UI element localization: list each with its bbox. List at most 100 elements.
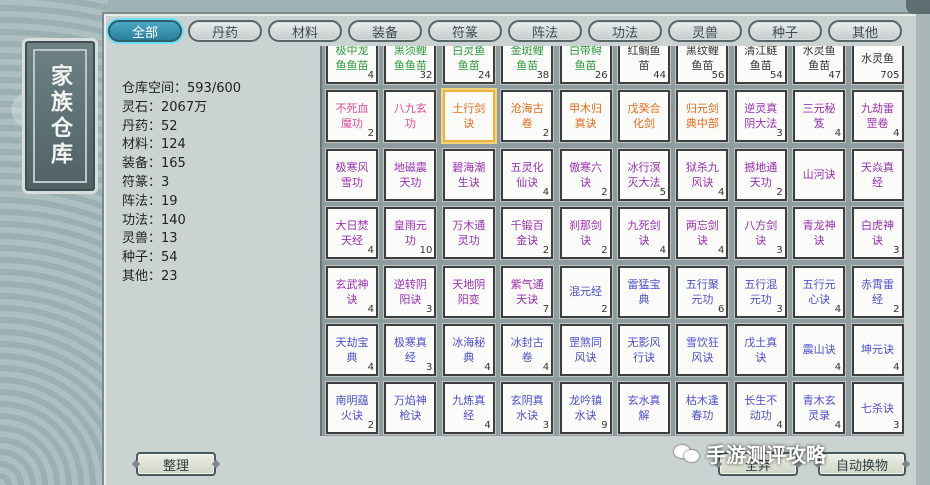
item-slot[interactable]: 玄水真解 [617,382,670,435]
item-slot[interactable]: 九劫雷罡卷 4 [851,90,904,143]
tab-2[interactable]: 材料 [268,20,342,42]
item-slot[interactable]: 傲寒六诀 2 [559,148,612,201]
item-slot[interactable]: 五行聚元功 6 [676,265,729,318]
item-name: 千锻百金诀 [510,219,544,248]
tab-9[interactable]: 其他 [828,20,902,42]
item-slot[interactable]: 不死血魔功 2 [326,90,378,143]
tab-1[interactable]: 丹药 [188,20,262,42]
tab-5[interactable]: 阵法 [508,20,582,42]
item-name: 白虎神诀 [861,219,895,248]
item-slot[interactable]: 水灵鱼鱼苗 47 [793,46,846,84]
item-slot[interactable]: 戊癸合化剑 [617,90,670,143]
item-slot[interactable]: 冰海秘典 4 [442,323,495,376]
item-slot[interactable]: 山河诀 [793,148,846,201]
item-slot[interactable]: 大日焚天经 4 [326,207,378,260]
item-slot[interactable]: 清江鲢鱼苗 54 [734,46,787,84]
item-slot[interactable]: 戊土真诀 [734,323,787,376]
item-slot[interactable]: 九死剑诀 4 [617,207,670,260]
item-slot[interactable]: 天焱真经 [851,148,904,201]
item-slot[interactable]: 枯木逢春功 [676,382,729,435]
item-slot[interactable]: 混元经 2 [559,265,612,318]
item-count: 4 [893,361,900,373]
item-slot[interactable]: 逆转阴阳诀 3 [384,265,437,318]
item-name: 七杀诀 [861,401,895,415]
item-slot[interactable]: 白灵鱼鱼苗 24 [442,46,495,84]
item-slot[interactable]: 沧海古卷 2 [501,90,554,143]
item-slot[interactable]: 撼地通天功 2 [734,148,787,201]
item-name: 甲木归真诀 [569,102,603,131]
item-slot[interactable]: 天劫宝典 4 [326,323,378,376]
item-slot[interactable]: 白带鲟鱼苗 26 [559,46,612,84]
item-slot[interactable]: 甲木归真诀 [559,90,612,143]
item-slot[interactable]: 雷猛宝典 [617,265,670,318]
item-slot[interactable]: 五行元心诀 4 [793,265,846,318]
tab-6[interactable]: 功法 [588,20,662,42]
item-slot[interactable]: 南明蕴火诀 2 [326,382,378,435]
item-slot[interactable]: 皇雨元功 10 [384,207,437,260]
item-slot[interactable]: 水灵鱼 705 [851,46,904,84]
auto-exchange-button[interactable]: 自动换物 [818,452,906,476]
item-slot[interactable]: 冰封古卷 4 [501,323,554,376]
item-slot[interactable]: 黑纹鲤鱼苗 56 [676,46,729,84]
auto-exchange-button-label: 自动换物 [835,458,888,474]
tab-8[interactable]: 种子 [748,20,822,42]
item-slot[interactable]: 狱杀九风诀 4 [676,148,729,201]
item-count: 4 [367,70,374,81]
sort-button[interactable]: 整理 [136,452,216,476]
item-slot[interactable]: 青龙神诀 [793,207,846,260]
item-slot[interactable]: 三元秘笈 4 [793,90,846,143]
item-slot[interactable]: 八九玄功 [384,90,437,143]
item-slot[interactable]: 万焰神枪诀 [384,382,437,435]
item-slot[interactable]: 玄武神诀 4 [326,265,378,318]
item-slot[interactable]: 无影风行诀 [617,323,670,376]
item-slot[interactable]: 赤霄雷经 2 [851,265,904,318]
item-slot[interactable]: 地磁震天功 [384,148,437,201]
item-slot[interactable]: 归元剑典中部 [676,90,729,143]
item-slot[interactable]: 长生不动功 4 [734,382,787,435]
item-slot[interactable]: 五灵化仙诀 4 [501,148,554,201]
item-slot[interactable]: 七杀诀 3 [851,382,904,435]
item-slot[interactable]: 坤元诀 4 [851,323,904,376]
item-name: 天地阴阳变 [452,277,486,306]
item-slot[interactable]: 千锻百金诀 2 [501,207,554,260]
item-slot[interactable]: 玄阴真水诀 3 [501,382,554,435]
item-slot[interactable]: 八方剑诀 3 [734,207,787,260]
item-slot[interactable]: 雪饮狂风诀 [676,323,729,376]
item-count: 5 [659,186,666,198]
item-name: 三元秘笈 [802,102,836,131]
item-slot[interactable]: 罡煞同风诀 [559,323,612,376]
tab-0[interactable]: 全部 [108,20,182,42]
item-name: 不死血魔功 [335,102,369,131]
item-slot[interactable]: 金斑鲤鱼苗 38 [501,46,554,84]
item-slot[interactable]: 青木玄灵录 4 [793,382,846,435]
item-slot[interactable]: 龙吟镇水诀 9 [559,382,612,435]
tab-7[interactable]: 灵兽 [668,20,742,42]
item-slot[interactable]: 九炼真经 4 [442,382,495,435]
item-slot[interactable]: 极寒真经 3 [384,323,437,376]
item-slot[interactable]: 天地阴阳变 [442,265,495,318]
tab-3[interactable]: 装备 [348,20,422,42]
item-slot[interactable]: 土行剑诀 [442,90,495,143]
close-button[interactable] [906,0,930,14]
item-slot[interactable]: 白虎神诀 3 [851,207,904,260]
item-slot[interactable]: 逆灵真阴大法 3 [734,90,787,143]
item-slot[interactable]: 五行混元功 3 [734,265,787,318]
item-name: 逆灵真阴大法 [744,102,778,131]
item-count: 3 [893,245,900,257]
item-slot[interactable]: 冰行溟灭大法 5 [617,148,670,201]
item-slot[interactable]: 黑须鲤鱼鱼苗 32 [384,46,437,84]
item-grid-frame[interactable]: 极中龙鱼鱼苗 4 黑须鲤鱼鱼苗 32 白灵鱼鱼苗 24 金斑鲤鱼苗 38 白带鲟鱼苗 26 红鲷鱼苗… [320,46,904,436]
item-slot[interactable]: 碧海潮生诀 [442,148,495,201]
item-slot[interactable]: 紫气通天诀 7 [501,265,554,318]
item-slot[interactable]: 万木通灵功 [442,207,495,260]
item-slot[interactable]: 刹那剑诀 2 [559,207,612,260]
tab-4[interactable]: 符篆 [428,20,502,42]
stat-line: 功法：140 [122,212,186,228]
game-screen: 家族仓库 全部 丹药 材料 装备 符篆 阵法 功法 灵兽 种子 其他 仓库空间：593/600 灵石… [0,0,930,485]
item-slot[interactable]: 两忘剑诀 4 [676,207,729,260]
item-slot[interactable]: 极寒风雪功 [326,148,378,201]
item-slot[interactable]: 极中龙鱼鱼苗 4 [326,46,378,84]
item-slot[interactable]: 震山诀 4 [793,323,846,376]
item-name: 雷猛宝典 [627,277,661,306]
item-slot[interactable]: 红鲷鱼苗 44 [617,46,670,84]
